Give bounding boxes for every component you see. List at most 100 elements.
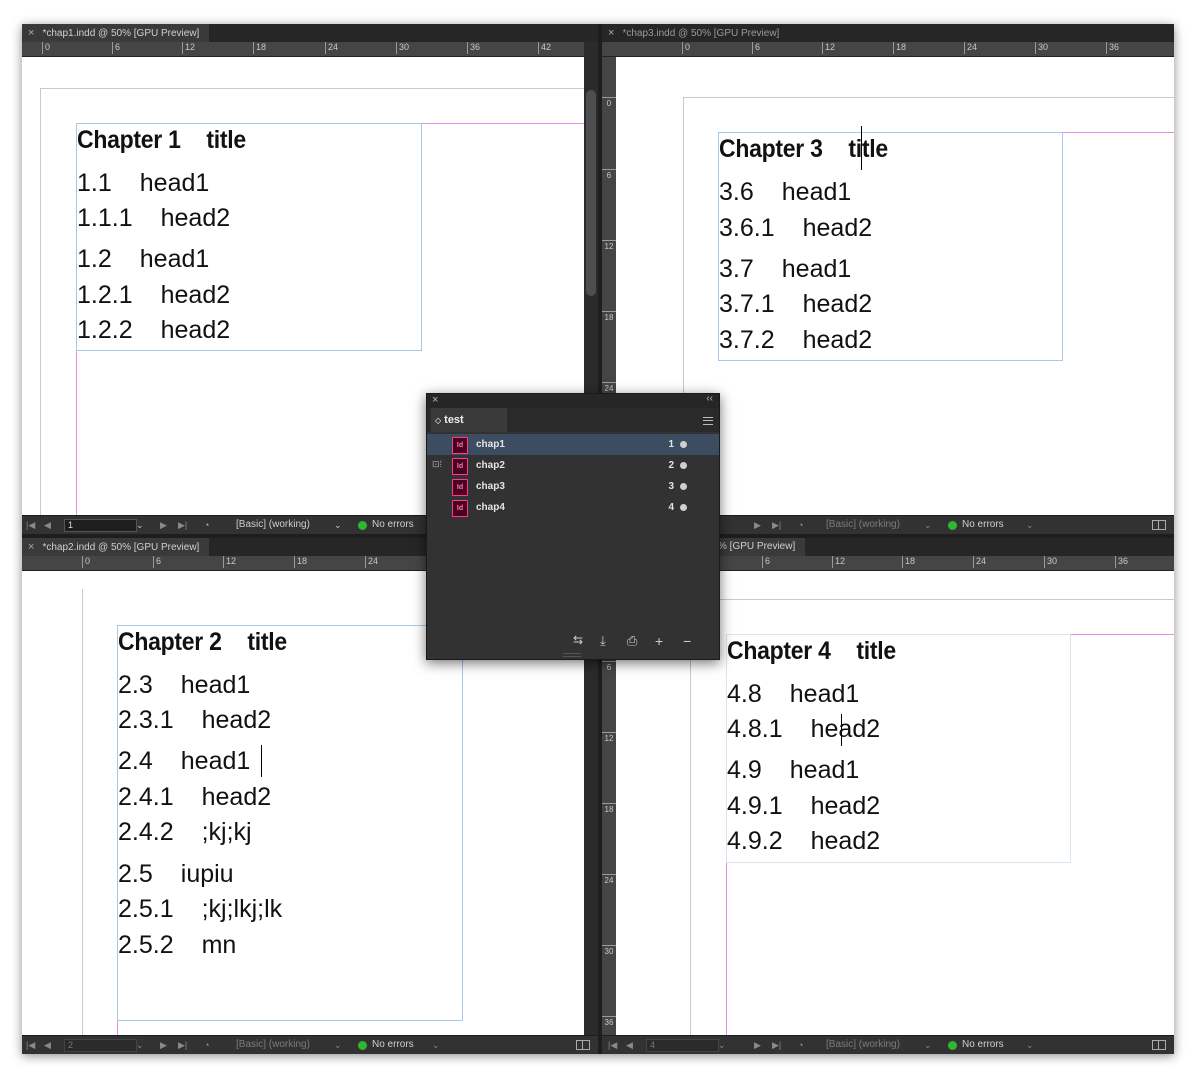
split-layout-icon[interactable] [576,1040,590,1050]
book-document-row[interactable]: ⊡⁞ Id chap2 2 [427,455,719,476]
next-page-icon[interactable]: ▶ [754,516,761,534]
page-number-field[interactable]: 4 [646,1039,719,1052]
last-page-icon[interactable]: ▶| [772,516,781,534]
ruler-label: 6 [762,556,770,568]
chap3-horizontal-ruler[interactable]: 0 6 12 18 24 30 36 [602,42,1174,57]
toc-text: head2 [810,715,881,743]
book-document-row[interactable]: Id chap4 4 [427,497,719,518]
toc-number: 2.4 [118,747,153,775]
toc-text: head1 [180,747,251,775]
previous-page-icon[interactable]: ◀ [626,1036,633,1054]
book-document-row[interactable]: Id chap1 1 [427,434,719,455]
split-layout-icon[interactable] [1152,520,1166,530]
ruler-label: 12 [223,556,236,568]
scrollbar-thumb[interactable] [586,90,596,296]
toc-text: title [247,628,287,656]
preflight-icon[interactable]: ◔ [204,1036,209,1054]
chap1-tabbar: × *chap1.indd @ 50% [GPU Preview] [22,24,598,42]
plus-icon[interactable]: + [655,633,663,649]
close-icon[interactable]: × [608,27,614,39]
chap4-tab[interactable]: % [GPU Preview] [712,538,806,556]
toc-line: 3.6 head1 [719,178,851,207]
document-name: chap3 [476,481,505,492]
ruler-label: 18 [893,42,906,54]
next-page-icon[interactable]: ▶ [754,1036,761,1054]
last-page-icon[interactable]: ▶| [178,1036,187,1054]
previous-page-icon[interactable]: ◀ [44,516,51,534]
toc-number: 2.5.1 [118,895,174,923]
toc-line: 4.9 head1 [727,756,859,785]
chap4-status-bar: |◀ ◀ 4 ⌄ ▶ ▶| ◔ [Basic] (working) ⌄ No e… [602,1035,1174,1054]
toc-number: Chapter 3 [719,135,823,163]
status-dropdown-icon[interactable]: ⌄ [1026,1036,1034,1054]
preflight-icon[interactable]: ◔ [798,516,803,534]
toc-text: head2 [810,827,881,855]
chap1-horizontal-ruler[interactable]: 0 6 12 18 24 30 36 42 [22,42,598,57]
panel-menu-icon[interactable] [703,417,713,425]
collapse-icon[interactable]: ‹‹ [706,393,713,404]
preflight-profile[interactable]: [Basic] (working) [236,516,310,534]
text-cursor [861,126,862,170]
preflight-icon[interactable]: ◔ [204,516,209,534]
profile-dropdown-icon[interactable]: ⌄ [334,516,342,534]
preflight-profile[interactable]: [Basic] (working) [826,1036,900,1054]
panel-header[interactable]: × ‹‹ [427,393,719,408]
profile-dropdown-icon[interactable]: ⌄ [334,1036,342,1054]
profile-dropdown-icon[interactable]: ⌄ [924,1036,932,1054]
book-document-row[interactable]: Id chap3 3 [427,476,719,497]
toc-text: head1 [781,178,852,206]
status-dropdown-icon[interactable]: ⌄ [1026,516,1034,534]
book-tab[interactable]: ◇ test [431,408,507,432]
status-ok-icon [948,1041,957,1050]
previous-page-icon[interactable]: ◀ [44,1036,51,1054]
page-number-field[interactable]: 2 [64,1039,137,1052]
chap3-tab[interactable]: × *chap3.indd @ 50% [GPU Preview] [602,24,790,42]
chap2-tab[interactable]: × *chap2.indd @ 50% [GPU Preview] [22,538,210,556]
resize-grip[interactable] [563,653,581,657]
first-page-icon[interactable]: |◀ [26,516,35,534]
toc-text: ;kj;lkj;lk [201,895,283,923]
toc-number: 4.9.1 [727,792,783,820]
document-pages: 3 [668,481,674,492]
add-document-icon[interactable]: ⤓ [600,633,606,649]
chap1-tab[interactable]: × *chap1.indd @ 50% [GPU Preview] [22,24,210,42]
style-source-icon[interactable]: ⊡⁞ [432,459,442,470]
last-page-icon[interactable]: ▶| [178,516,187,534]
toc-line: 3.7.1 head2 [719,290,872,319]
close-icon[interactable]: × [28,27,34,39]
book-panel[interactable]: × ‹‹ ◇ test Id chap1 1 ⊡⁞ Id chap2 2 Id c… [426,393,720,660]
next-page-icon[interactable]: ▶ [160,1036,167,1054]
toc-number: 2.3.1 [118,706,174,734]
toc-number: 1.1.1 [77,204,133,232]
page-number-field[interactable]: 1 [64,519,137,532]
split-layout-icon[interactable] [1152,1040,1166,1050]
page-dropdown-icon[interactable]: ⌄ [136,1036,144,1054]
preflight-profile[interactable]: [Basic] (working) [236,1036,310,1054]
preflight-profile[interactable]: [Basic] (working) [826,516,900,534]
profile-dropdown-icon[interactable]: ⌄ [924,516,932,534]
synchronize-icon[interactable]: ⇆ [573,633,583,647]
first-page-icon[interactable]: |◀ [608,1036,617,1054]
toc-number: 2.5 [118,860,153,888]
minus-icon[interactable]: − [683,633,691,649]
page-dropdown-icon[interactable]: ⌄ [136,516,144,534]
ruler-label: 12 [822,42,835,54]
page-dropdown-icon[interactable]: ⌄ [718,1036,726,1054]
toc-line: 3.6.1 head2 [719,214,872,243]
chapter-title: Chapter 3 title [719,135,888,164]
toc-line: 2.3.1 head2 [118,706,271,735]
close-icon[interactable]: × [28,541,34,553]
next-page-icon[interactable]: ▶ [160,516,167,534]
toc-number: 3.7.1 [719,290,775,318]
toc-line: 3.7.2 head2 [719,326,872,355]
close-icon[interactable]: × [432,394,438,406]
first-page-icon[interactable]: |◀ [26,1036,35,1054]
preflight-icon[interactable]: ◔ [798,1036,803,1054]
ruler-label: 18 [602,311,616,322]
print-icon[interactable]: ⎙ [627,633,637,649]
toc-text: ;kj;kj [201,818,252,846]
toc-text: head2 [802,290,873,318]
toc-number: 4.8.1 [727,715,783,743]
last-page-icon[interactable]: ▶| [772,1036,781,1054]
status-dropdown-icon[interactable]: ⌄ [432,1036,440,1054]
